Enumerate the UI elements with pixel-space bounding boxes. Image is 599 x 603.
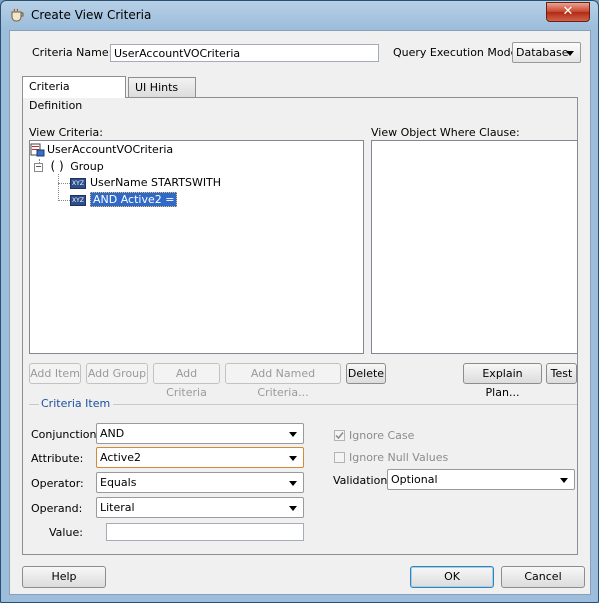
- validation-value: Optional: [391, 473, 438, 486]
- tab-ui-hints[interactable]: UI Hints: [128, 77, 196, 97]
- criteria-item-heading: Criteria Item: [41, 397, 111, 410]
- ignore-null-checkbox[interactable]: [334, 452, 345, 463]
- add-item-button[interactable]: Add Item: [29, 363, 81, 384]
- cancel-button[interactable]: Cancel: [501, 566, 585, 588]
- test-button[interactable]: Test: [546, 363, 577, 384]
- tree-root[interactable]: UserAccountVOCriteria: [30, 142, 173, 158]
- attribute-label: Attribute:: [31, 452, 84, 465]
- close-button[interactable]: ✕: [546, 2, 590, 22]
- operator-select[interactable]: Equals: [96, 472, 304, 493]
- attribute-icon: XYZ: [70, 194, 86, 206]
- chevron-down-icon: [289, 481, 297, 486]
- view-criteria-label: View Criteria:: [29, 126, 103, 139]
- query-mode-value: Database: [516, 46, 569, 59]
- checkmark-icon: [335, 432, 344, 440]
- section-divider: [29, 404, 39, 405]
- ignore-case-checkbox[interactable]: [334, 430, 345, 441]
- chevron-down-icon: [289, 432, 297, 437]
- ignore-case-label: Ignore Case: [349, 429, 415, 442]
- help-button[interactable]: Help: [22, 566, 106, 588]
- chevron-down-icon: [566, 51, 574, 56]
- view-criteria-tree[interactable]: UserAccountVOCriteria − ( ) Group XYZ Use…: [29, 140, 364, 354]
- chevron-down-icon: [560, 478, 568, 483]
- validation-select[interactable]: Optional: [387, 469, 575, 490]
- tree-item-username[interactable]: XYZ UserName STARTSWITH: [70, 175, 221, 191]
- section-divider: [113, 404, 577, 405]
- tree-item-label: UserName STARTSWITH: [90, 176, 222, 189]
- tree-group-label: Group: [70, 160, 104, 173]
- collapse-icon[interactable]: −: [34, 162, 43, 172]
- chevron-down-icon: [289, 506, 297, 511]
- ignore-null-label: Ignore Null Values: [349, 451, 449, 464]
- dialog-content: Criteria Name: UserAccountVOCriteria Que…: [9, 30, 591, 595]
- criteria-name-label: Criteria Name:: [32, 46, 113, 59]
- add-named-criteria-button[interactable]: Add Named Criteria...: [225, 363, 341, 399]
- criteria-definition-page: View Criteria: UserAccountVOCriteria − (…: [22, 97, 578, 555]
- value-input[interactable]: [106, 523, 304, 541]
- tree-line: [58, 183, 70, 185]
- view-criteria-icon: [30, 143, 45, 157]
- ok-button[interactable]: OK: [410, 566, 494, 588]
- operand-label: Operand:: [31, 502, 83, 515]
- conjunction-select[interactable]: AND: [96, 423, 304, 444]
- operand-value: Literal: [100, 501, 135, 514]
- dialog-window: Create View Criteria ✕ Criteria Name: Us…: [0, 0, 599, 603]
- window-title: Create View Criteria: [31, 8, 152, 22]
- group-icon: ( ): [50, 159, 64, 173]
- close-icon: ✕: [562, 4, 574, 19]
- operand-select[interactable]: Literal: [96, 497, 304, 518]
- title-bar[interactable]: Create View Criteria ✕: [1, 1, 598, 29]
- delete-button[interactable]: Delete: [346, 363, 386, 384]
- conjunction-label: Conjunction:: [31, 428, 101, 441]
- attribute-icon: XYZ: [70, 177, 86, 189]
- add-criteria-button[interactable]: Add Criteria: [153, 363, 220, 399]
- query-mode-label: Query Execution Mode:: [393, 46, 522, 59]
- tab-criteria-definition[interactable]: Criteria Definition: [22, 76, 126, 112]
- where-clause-textarea[interactable]: [371, 140, 578, 354]
- tree-item-label-selected: AND Active2 =: [90, 192, 178, 207]
- tree-root-label: UserAccountVOCriteria: [47, 143, 174, 156]
- conjunction-value: AND: [100, 427, 125, 440]
- explain-plan-button[interactable]: Explain Plan...: [463, 363, 542, 399]
- operator-value: Equals: [100, 476, 137, 489]
- attribute-select[interactable]: Active2: [96, 447, 304, 468]
- tree-line: [58, 174, 60, 201]
- operator-label: Operator:: [31, 477, 84, 490]
- add-group-button[interactable]: Add Group: [86, 363, 148, 384]
- criteria-name-input[interactable]: UserAccountVOCriteria: [110, 44, 379, 62]
- where-clause-label: View Object Where Clause:: [371, 126, 520, 139]
- tree-group[interactable]: − ( ) Group: [34, 158, 104, 174]
- tree-line: [58, 200, 70, 202]
- query-mode-select[interactable]: Database: [512, 42, 581, 63]
- validation-label: Validation:: [333, 474, 392, 487]
- app-cup-icon: [11, 8, 24, 22]
- value-label: Value:: [49, 526, 83, 539]
- chevron-down-icon: [289, 456, 297, 461]
- tree-item-active2[interactable]: XYZ AND Active2 =: [70, 192, 178, 208]
- attribute-value: Active2: [100, 451, 142, 464]
